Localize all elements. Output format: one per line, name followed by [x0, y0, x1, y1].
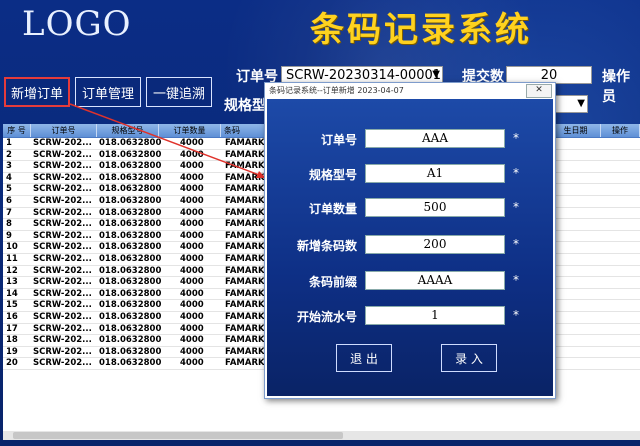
dialog-body: 订单号 AAA * 规格型号 A1 * 订单数量 500 * 新增条码数 200… — [267, 99, 553, 396]
exit-button[interactable]: 退 出 — [336, 344, 392, 372]
start-serial-input[interactable]: 1 — [365, 306, 505, 325]
col-header[interactable]: 订单号 — [31, 124, 97, 137]
horizontal-scrollbar[interactable] — [3, 431, 640, 440]
required-mark: * — [513, 308, 519, 322]
spec-model-input[interactable]: A1 — [365, 164, 505, 183]
order-number-input[interactable]: AAA — [365, 129, 505, 148]
field-label-serial: 开始流水号 — [296, 310, 357, 324]
submit-button[interactable]: 录 入 — [441, 344, 497, 372]
close-icon[interactable]: ✕ — [526, 84, 552, 98]
spec-label: 规格型 — [224, 98, 266, 114]
field-label-prefix: 条码前缀 — [308, 275, 357, 289]
required-mark: * — [513, 273, 519, 287]
field-label-spec: 规格型号 — [308, 168, 357, 182]
col-header[interactable]: 生日期 — [551, 124, 601, 137]
new-order-button[interactable]: 新增订单 — [4, 77, 70, 107]
dialog-title-text: 条码记录系统--订单新增 2023-04-07 — [269, 86, 404, 95]
logo: LOGO — [22, 4, 132, 44]
field-label-barcode-count: 新增条码数 — [296, 239, 357, 253]
order-select-value: SCRW-20230314-00001 — [286, 67, 442, 83]
col-header[interactable]: 规格型号 — [97, 124, 159, 137]
col-header[interactable]: 订单数量 — [159, 124, 221, 137]
required-mark: * — [513, 131, 519, 145]
field-label-quantity: 订单数量 — [308, 202, 357, 216]
barcode-count-input[interactable]: 200 — [365, 235, 505, 254]
barcode-prefix-input[interactable]: AAAA — [365, 271, 505, 290]
order-quantity-input[interactable]: 500 — [365, 198, 505, 217]
required-mark: * — [513, 237, 519, 251]
chevron-down-icon: ▼ — [432, 69, 440, 80]
scrollbar-thumb[interactable] — [13, 432, 343, 439]
col-header[interactable]: 条码 — [221, 124, 265, 137]
required-mark: * — [513, 166, 519, 180]
required-mark: * — [513, 200, 519, 214]
field-label-order: 订单号 — [320, 133, 357, 147]
order-manage-button[interactable]: 订单管理 — [75, 77, 141, 107]
col-header[interactable]: 操作 — [601, 124, 640, 137]
operator-label: 操作员 — [602, 69, 630, 105]
new-order-dialog: 条码记录系统--订单新增 2023-04-07 ✕ 订单号 AAA * 规格型号… — [264, 82, 556, 399]
chevron-down-icon: ▼ — [577, 98, 585, 109]
app-title: 条码记录系统 — [310, 10, 532, 50]
trace-button[interactable]: 一键追溯 — [146, 77, 212, 107]
dialog-title: 条码记录系统--订单新增 2023-04-07 ✕ — [265, 83, 555, 98]
col-header[interactable]: 序 号 — [3, 124, 31, 137]
